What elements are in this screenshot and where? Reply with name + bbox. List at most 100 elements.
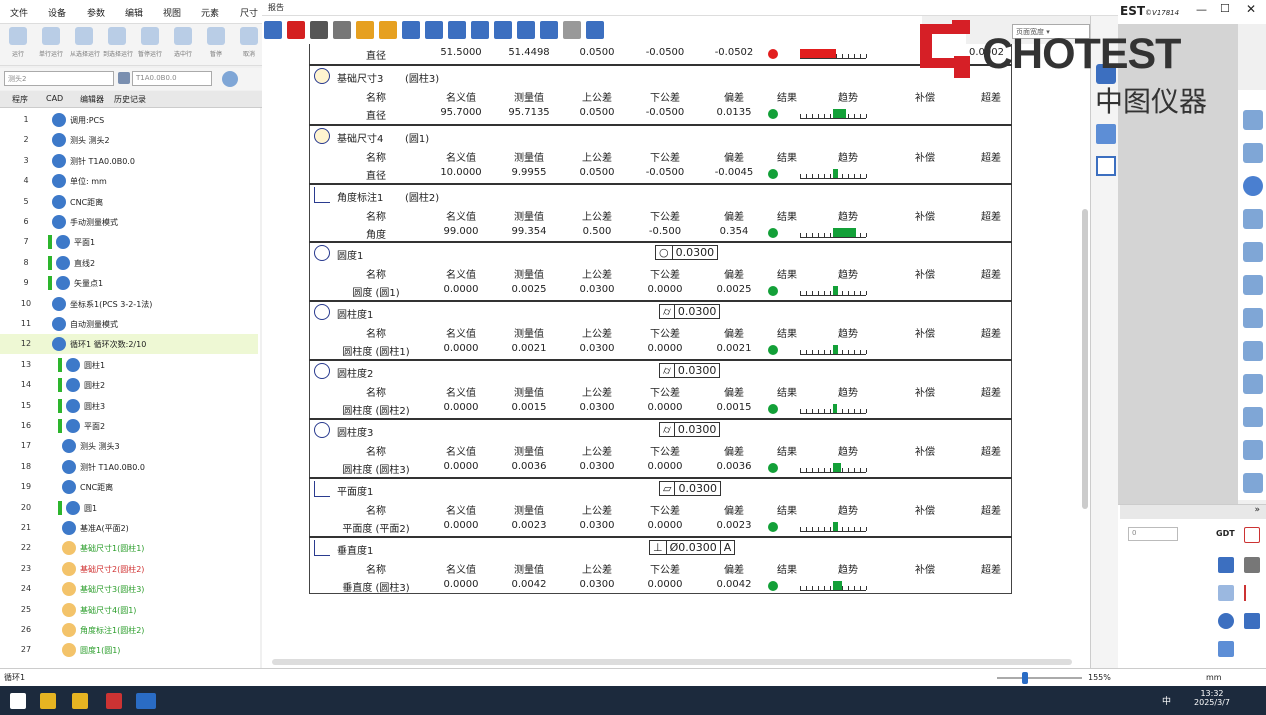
toolbar-button[interactable]: 到选择运行 [103,27,133,63]
menu-item[interactable]: 编辑 [125,6,143,19]
layout-icon[interactable] [1243,440,1263,460]
app-icon[interactable] [72,693,88,709]
probe-select[interactable]: 测头2 [4,71,114,86]
tree-row[interactable]: 20 圆1 [0,498,258,518]
tree-row[interactable]: 15 圆柱3 [0,396,258,416]
menu-item[interactable]: 尺寸 [240,6,258,19]
cone-icon[interactable] [1243,341,1263,361]
trash-icon[interactable] [1244,557,1260,573]
eye-icon[interactable] [1243,143,1263,163]
zoom-slider[interactable] [997,677,1082,679]
pdf-app-icon[interactable] [106,693,122,709]
maximize-button[interactable]: ☐ [1220,2,1230,15]
toolbar-button[interactable]: 暂停 [202,27,230,63]
tree-row[interactable]: 7 平面1 [0,232,258,252]
tree-row[interactable]: 27 圆度1(圆1) [0,640,258,660]
tree-row[interactable]: 26 角度标注1(圆柱2) [0,620,258,640]
cut-icon[interactable] [310,21,328,39]
tab[interactable]: 编辑器 [80,94,104,105]
collapse-icon[interactable]: » [1120,505,1266,519]
vertical-scrollbar[interactable] [1080,44,1090,656]
tree-row[interactable]: 2 测头 测头2 [0,130,258,150]
delete-icon[interactable] [287,21,305,39]
fit-icon[interactable] [1243,242,1263,262]
readout-icon[interactable] [1243,473,1263,493]
tree-row[interactable]: 17 测头 测头3 [0,436,258,456]
arrow-up-icon[interactable] [1218,557,1234,573]
table-icon[interactable] [1096,156,1116,176]
tree-row[interactable]: 3 测针 T1A0.0B0.0 [0,151,258,171]
menu-item[interactable]: 元素 [201,6,219,19]
minimize-button[interactable]: — [1196,3,1207,16]
chart-icon[interactable] [1244,527,1260,543]
tree-row[interactable]: 25 基础尺寸4(圆1) [0,600,258,620]
menu-item[interactable]: 设备 [48,6,66,19]
print-icon[interactable] [471,21,489,39]
tree-row[interactable]: 8 直线2 [0,253,258,273]
tree-row[interactable]: 18 测针 T1A0.0B0.0 [0,457,258,477]
pdf-icon[interactable] [494,21,512,39]
tree-row[interactable]: 9 矢量点1 [0,273,258,293]
tree-row[interactable]: 23 基础尺寸2(圆柱2) [0,559,258,579]
frame-icon[interactable] [1243,209,1263,229]
toolbar-button[interactable]: 从选择运行 [70,27,100,63]
sphere-icon[interactable] [1243,176,1263,196]
grid-icon[interactable] [1244,613,1260,629]
tree-row[interactable]: 21 基准A(平面2) [0,518,258,538]
ime-indicator[interactable]: 中 [1162,694,1171,707]
copy-icon[interactable] [333,21,351,39]
menu-item[interactable]: 文件 [10,6,28,19]
clipboard-icon[interactable] [563,21,581,39]
tree-row[interactable]: 22 基础尺寸1(圆柱1) [0,538,258,558]
save-as-icon[interactable] [379,21,397,39]
pin-icon[interactable] [1243,110,1263,130]
value-field[interactable]: 0 [1128,527,1178,541]
toolbar-button[interactable]: 取消 [235,27,263,63]
tree-row[interactable]: 1 调用:PCS [0,110,258,130]
tree-row[interactable]: 16 平面2 [0,416,258,436]
close-button[interactable]: ✕ [1246,2,1256,16]
scroll-thumb[interactable] [272,659,1072,665]
tree-row[interactable]: 10 坐标系1(PCS 3-2-1法) [0,294,258,314]
cube-icon[interactable] [1243,308,1263,328]
tab[interactable]: 程序 [12,94,28,105]
xls-icon[interactable] [517,21,535,39]
menu-item[interactable]: 视图 [163,6,181,19]
redo-icon[interactable] [425,21,443,39]
tree-row[interactable]: 5 CNC距离 [0,192,258,212]
snapshot-icon[interactable] [1243,374,1263,394]
toolbar-button[interactable]: 单行运行 [37,27,65,63]
tree-row[interactable]: 13 圆柱1 [0,355,258,375]
zoom-slider-handle[interactable] [1022,672,1028,684]
toolbar-button[interactable]: 暂停运行 [136,27,164,63]
arrow-down-icon[interactable] [1218,585,1234,601]
tree-row[interactable]: 14 圆柱2 [0,375,258,395]
search-icon[interactable] [1243,275,1263,295]
tree-row[interactable]: 24 基础尺寸3(圆柱3) [0,579,258,599]
flag-icon[interactable] [1244,585,1260,601]
tree-row[interactable]: 12 循环1 循环次数:2/10 [0,334,258,355]
table-icon[interactable] [540,21,558,39]
comment-icon[interactable] [1243,407,1263,427]
open-icon[interactable] [448,21,466,39]
image-icon[interactable] [1096,124,1116,144]
app-icon[interactable] [40,693,56,709]
tree-row[interactable]: 4 单位: mm [0,171,258,191]
undo-icon[interactable] [402,21,420,39]
start-icon[interactable] [10,693,26,709]
horizontal-scrollbar[interactable] [262,656,1090,668]
list-icon[interactable] [1218,641,1234,657]
save-icon[interactable] [356,21,374,39]
chart-icon[interactable] [586,21,604,39]
sphere-tools-icon[interactable] [222,71,238,87]
tree-row[interactable]: 19 CNC距离 [0,477,258,497]
tab[interactable]: CAD [46,94,63,103]
tree-row[interactable]: 11 自动测量模式 [0,314,258,334]
refresh-icon[interactable] [264,21,282,39]
scroll-thumb[interactable] [1082,209,1088,509]
tab[interactable]: 历史记录 [114,94,146,105]
tree-row[interactable]: 6 手动测量模式 [0,212,258,232]
toolbar-button[interactable]: 选中行 [169,27,197,63]
refresh-icon[interactable] [1218,613,1234,629]
cmm-app-icon[interactable] [136,693,156,709]
